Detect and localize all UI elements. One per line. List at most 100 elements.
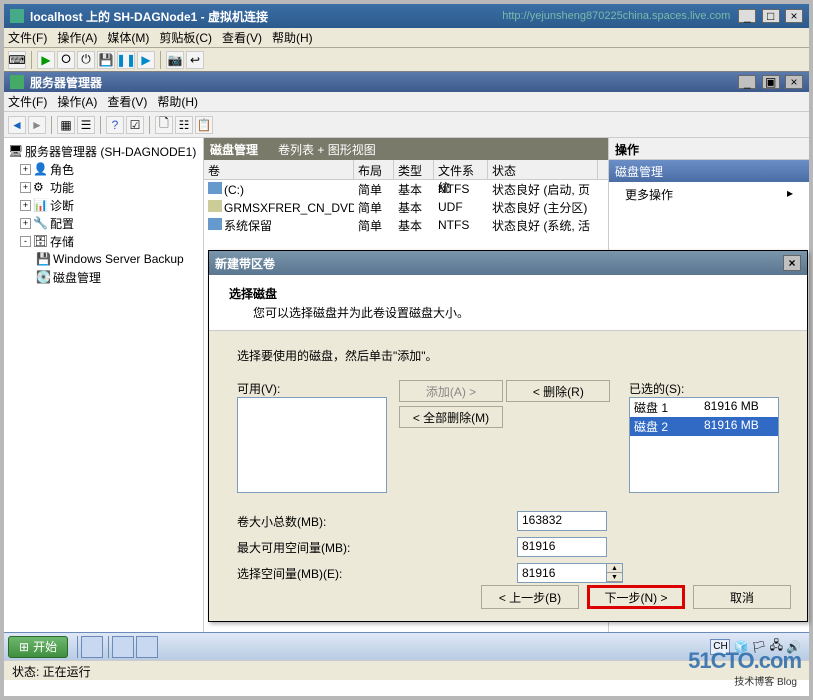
expand-icon[interactable]: + [20,182,31,193]
details-icon[interactable]: ▦ [57,116,75,134]
roles-icon: 👤 [33,162,47,176]
select-space-input[interactable] [517,563,607,583]
storage-icon: 🗄 [33,234,47,248]
col-volume[interactable]: 卷 [204,160,354,179]
taskbar-app-icon[interactable] [136,636,158,658]
expand-icon[interactable]: + [20,218,31,229]
refresh-icon[interactable]: 🗋 [155,116,173,134]
tree-features[interactable]: +⚙功能 [8,178,199,196]
server-toolbar: ◄ ► ▦ ☰ ? ☑ 🗋 ☷ 📋 [4,112,809,138]
remove-button[interactable]: < 删除(R) [506,380,610,402]
spin-down-icon[interactable]: ▼ [607,573,622,582]
revert-icon[interactable]: ↩ [186,51,204,69]
add-button[interactable]: 添加(A) > [399,380,503,402]
server-close-button[interactable]: × [785,75,803,89]
save-icon[interactable]: 💾 [97,51,115,69]
server-title-text: 服务器管理器 [30,74,736,91]
start-icon[interactable]: ▶ [37,51,55,69]
back-button[interactable]: < 上一步(B) [481,585,579,609]
server-menu-file[interactable]: 文件(F) [8,93,47,110]
cell: 简单 [354,216,394,235]
tree-root[interactable]: 🖥服务器管理器 (SH-DAGNODE1) [8,142,199,160]
vm-menu-help[interactable]: 帮助(H) [272,29,313,46]
vm-maximize-button[interactable]: □ [762,9,780,23]
pause-icon[interactable]: ❚❚ [117,51,135,69]
action-icon[interactable]: ☷ [175,116,193,134]
select-space-label: 选择空间量(MB)(E): [237,565,517,582]
list-item[interactable]: 磁盘 181916 MB [630,398,778,417]
spin-up-icon[interactable]: ▲ [607,564,622,573]
ctrl-alt-del-icon[interactable]: ⌨ [8,51,26,69]
next-button[interactable]: 下一步(N) > [587,585,685,609]
features-icon: ⚙ [33,180,47,194]
dialog-titlebar: 新建带区卷 × [209,251,807,275]
turnoff-icon[interactable]: ⭘ [57,51,75,69]
list-icon[interactable]: ☰ [77,116,95,134]
max-space-value: 81916 [517,537,607,557]
dialog-title-text: 新建带区卷 [215,255,783,272]
vm-menu-clipboard[interactable]: 剪贴板(C) [159,29,212,46]
separator [160,51,161,69]
shutdown-icon[interactable]: ⏻ [77,51,95,69]
volume-row[interactable]: 系统保留 简单 基本 NTFS 状态良好 (系统, 活 [204,216,608,234]
taskbar-servermanager-icon[interactable] [81,636,103,658]
col-type[interactable]: 类型 [394,160,434,179]
dialog-body: 选择要使用的磁盘，然后单击"添加"。 可用(V): 添加(A) > < 删除(R… [209,331,807,605]
reset-icon[interactable]: ▶ [137,51,155,69]
volume-row[interactable]: GRMSXFRER_CN_DVD (D:) 简单 基本 UDF 状态良好 (主分… [204,198,608,216]
forward-icon[interactable]: ► [28,116,46,134]
tree-diagnostics[interactable]: +📊诊断 [8,196,199,214]
remove-all-button[interactable]: < 全部删除(M) [399,406,503,428]
list-item[interactable]: 磁盘 281916 MB [630,417,778,436]
server-menu-action[interactable]: 操作(A) [57,93,97,110]
selected-listbox[interactable]: 磁盘 181916 MB 磁盘 281916 MB [629,397,779,493]
vm-titlebar: localhost 上的 SH-DAGNode1 - 虚拟机连接 http://… [4,4,809,28]
cell: 简单 [354,180,394,199]
config-icon: 🔧 [33,216,47,230]
properties-icon[interactable]: 📋 [195,116,213,134]
tree-diskmgmt[interactable]: 💽磁盘管理 [8,268,199,286]
tree-wsb[interactable]: 💾Windows Server Backup [8,250,199,268]
options-icon[interactable]: ☑ [126,116,144,134]
spinner: ▲▼ [607,563,623,583]
dialog-close-button[interactable]: × [783,255,801,271]
tree-roles[interactable]: +👤角色 [8,160,199,178]
taskbar-explorer-icon[interactable] [112,636,134,658]
help-icon[interactable]: ? [106,116,124,134]
col-filesystem[interactable]: 文件系统 [434,160,488,179]
more-actions-item[interactable]: 更多操作▸ [609,182,809,207]
separator [51,116,52,134]
vm-title-text: localhost 上的 SH-DAGNode1 - 虚拟机连接 [30,8,502,25]
dialog-list-panel: 可用(V): 添加(A) > < 删除(R) < 全部删除(M) 已选的(S):… [237,380,779,493]
server-minimize-button[interactable]: _ [738,75,756,89]
volume-row[interactable]: (C:) 简单 基本 NTFS 状态良好 (启动, 页 [204,180,608,198]
vm-menu-file[interactable]: 文件(F) [8,29,47,46]
server-menu-view[interactable]: 查看(V) [107,93,147,110]
cell: 基本 [394,198,434,217]
vm-menu-media[interactable]: 媒体(M) [107,29,149,46]
vm-minimize-button[interactable]: _ [738,9,756,23]
server-maximize-button[interactable]: ▣ [762,75,780,89]
cancel-button[interactable]: 取消 [693,585,791,609]
tree-config[interactable]: +🔧配置 [8,214,199,232]
start-button[interactable]: ⊞开始 [8,636,68,658]
tree-diag-label: 诊断 [50,197,74,214]
vm-menu-view[interactable]: 查看(V) [222,29,262,46]
col-status[interactable]: 状态 [488,160,598,179]
expand-icon[interactable]: + [20,164,31,175]
vm-menu-action[interactable]: 操作(A) [57,29,97,46]
snapshot-icon[interactable]: 📷 [166,51,184,69]
available-listbox[interactable] [237,397,387,493]
separator [149,116,150,134]
expand-icon[interactable]: + [20,200,31,211]
dialog-subheading: 您可以选择磁盘并为此卷设置磁盘大小。 [229,304,787,321]
col-layout[interactable]: 布局 [354,160,394,179]
back-icon[interactable]: ◄ [8,116,26,134]
tree-storage[interactable]: -🗄存储 [8,232,199,250]
vm-menubar: 文件(F) 操作(A) 媒体(M) 剪贴板(C) 查看(V) 帮助(H) [4,28,809,48]
server-menu-help[interactable]: 帮助(H) [157,93,198,110]
collapse-icon[interactable]: - [20,236,31,247]
vm-close-button[interactable]: × [785,9,803,23]
cell: 状态良好 (主分区) [488,198,598,217]
vm-icon [10,9,24,23]
